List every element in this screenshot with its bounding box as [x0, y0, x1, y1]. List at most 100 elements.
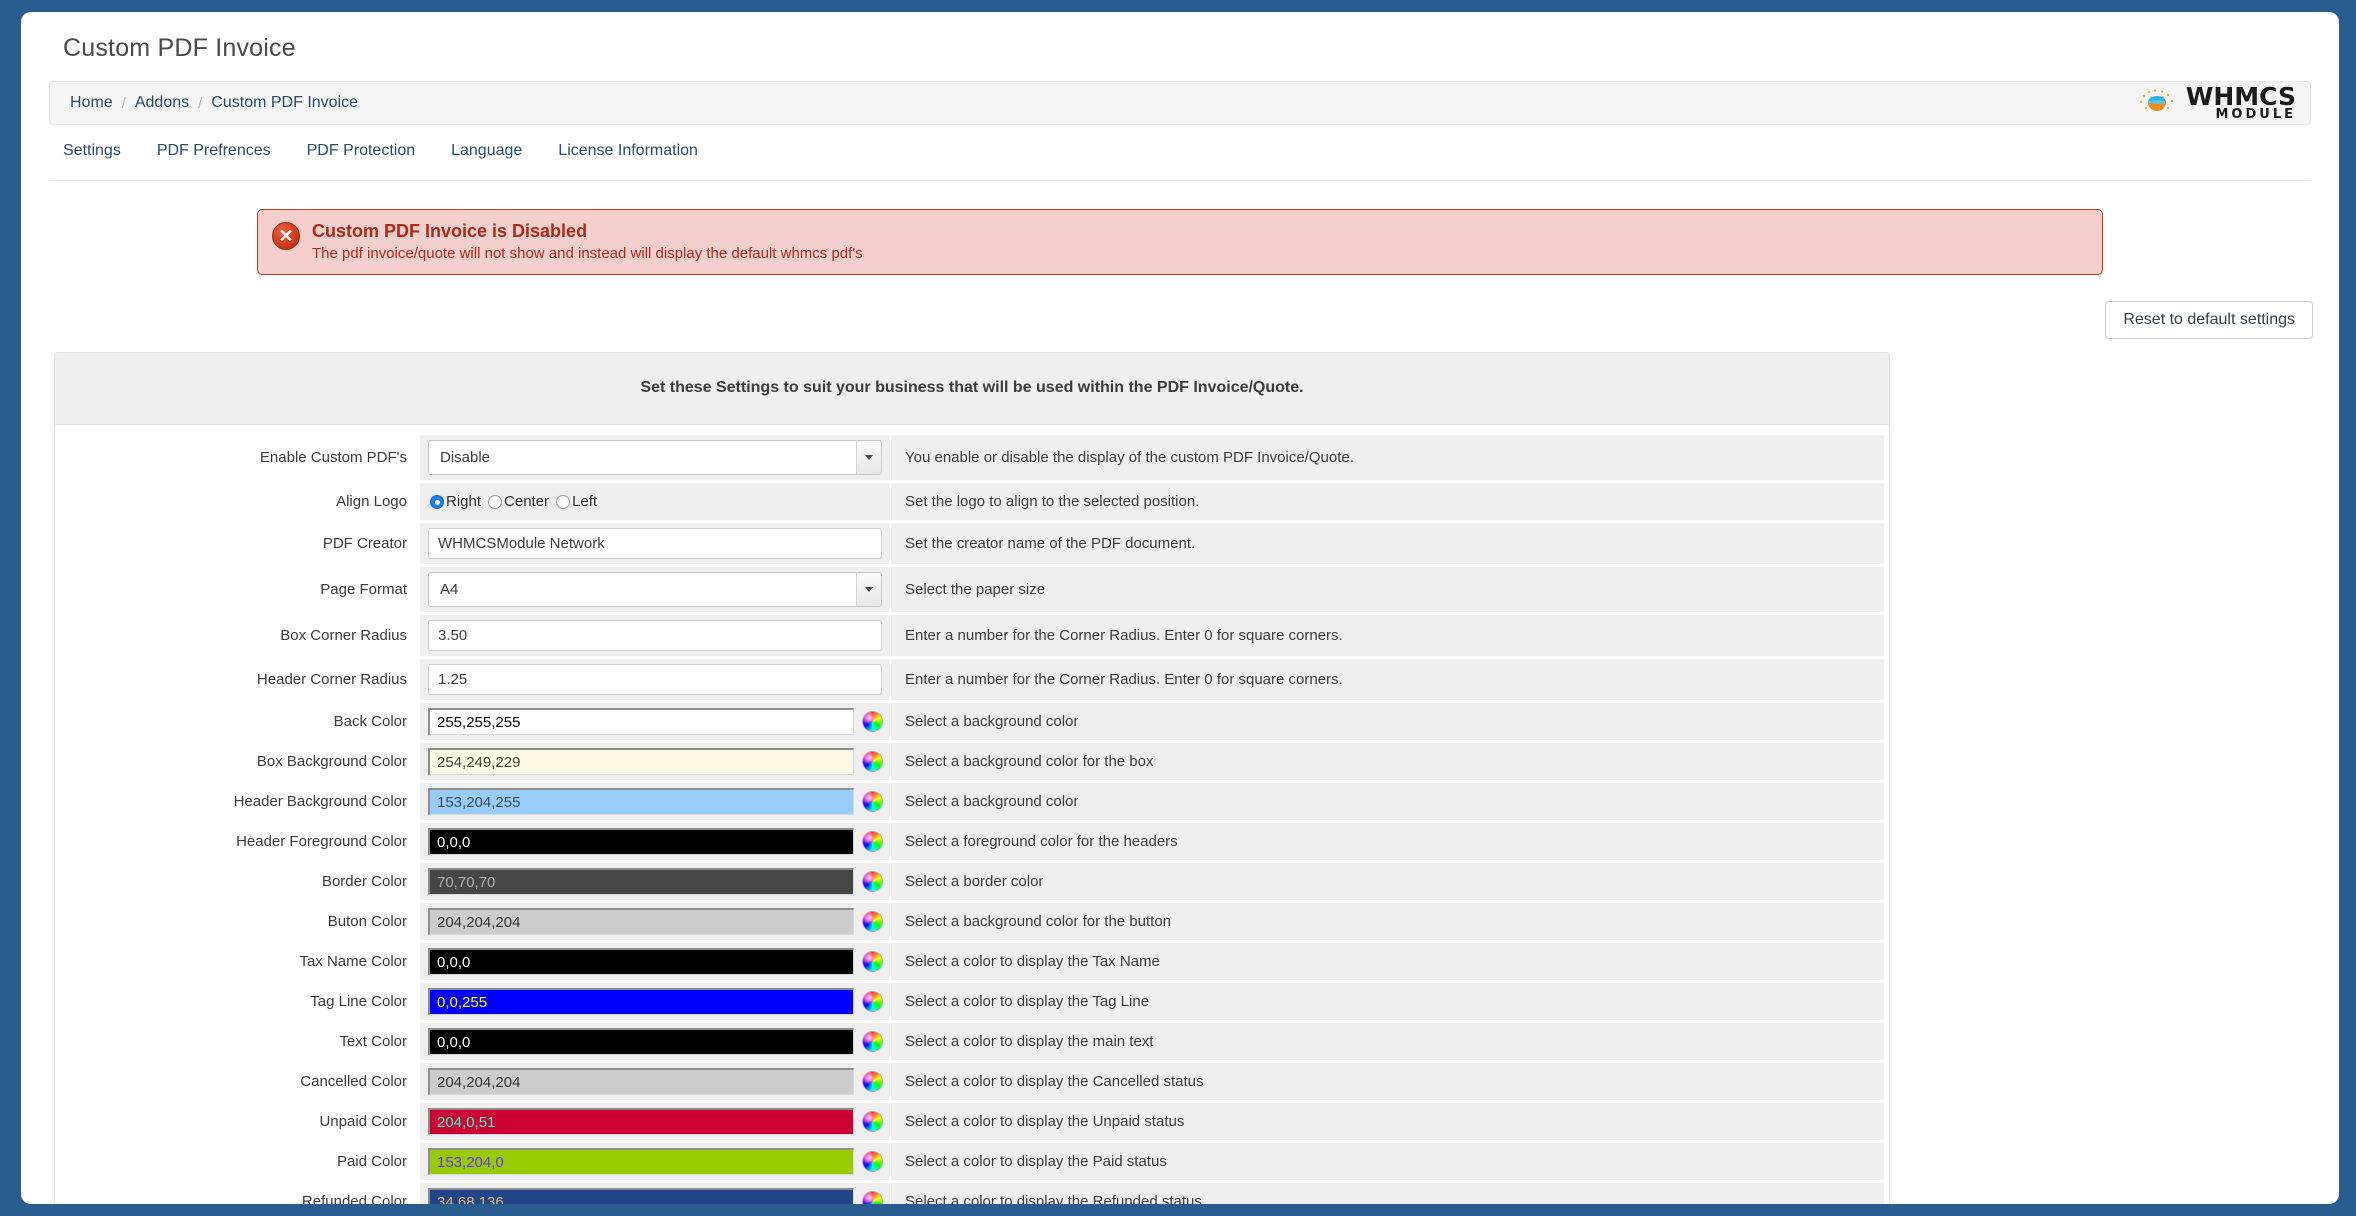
field-description-back-color: Select a background color: [890, 703, 1884, 740]
logo-primary-text: WHMCS: [2185, 82, 2296, 112]
settings-row: Tag Line Color Select a color to display …: [60, 983, 1884, 1020]
logo-secondary-text: MODULE: [2215, 107, 2296, 123]
breadcrumb: Home / Addons / Custom PDF Invoice WHMCS…: [49, 81, 2311, 125]
tab-pdf-protection[interactable]: PDF Protection: [289, 139, 433, 174]
breadcrumb-item-current: Custom PDF Invoice: [211, 94, 359, 111]
field-control-buton-color: [420, 903, 890, 940]
tab-pdf-prefrences[interactable]: PDF Prefrences: [139, 139, 289, 174]
field-label-header-corner-radius: Header Corner Radius: [256, 671, 407, 688]
field-description-header-background-color: Select a background color: [890, 783, 1884, 820]
color-input-border-color[interactable]: [428, 868, 854, 895]
settings-panel: Set these Settings to suit your business…: [54, 352, 1890, 1204]
color-picker-wheel-icon[interactable]: [863, 1152, 882, 1171]
field-label-back-color: Back Color: [333, 713, 407, 730]
field-description-unpaid-color: Select a color to display the Unpaid sta…: [890, 1103, 1884, 1140]
color-picker-wheel-icon[interactable]: [863, 952, 882, 971]
radio-group-align-logo: Right Center Left: [428, 493, 604, 510]
field-label-box-corner-radius: Box Corner Radius: [280, 627, 407, 644]
tab-license-information[interactable]: License Information: [540, 139, 716, 174]
field-label-paid-color: Paid Color: [336, 1153, 407, 1170]
whmcs-module-logo: WHMCS MODULE: [2138, 82, 2296, 123]
color-picker-wheel-icon[interactable]: [863, 1072, 882, 1091]
tab-bar: Settings PDF Prefrences PDF Protection L…: [49, 139, 2311, 181]
breadcrumb-separator: /: [198, 94, 203, 112]
color-input-text-color[interactable]: [428, 1028, 854, 1055]
field-control-header-corner-radius: [420, 659, 890, 700]
field-control-align-logo: Right Center Left: [420, 483, 890, 520]
settings-row: Box Background Color Select a background …: [60, 743, 1884, 780]
field-control-refunded-color: [420, 1183, 890, 1204]
color-picker-wheel-icon[interactable]: [863, 712, 882, 731]
settings-panel-wrapper: Set these Settings to suit your business…: [21, 339, 2339, 1204]
color-input-unpaid-color[interactable]: [428, 1108, 854, 1135]
field-label-unpaid-color: Unpaid Color: [319, 1113, 407, 1130]
tab-language[interactable]: Language: [433, 139, 540, 174]
settings-table: Enable Custom PDF's Disable You enable or …: [60, 432, 1884, 1204]
color-input-tag-line-color[interactable]: [428, 988, 854, 1015]
color-input-cancelled-color[interactable]: [428, 1068, 854, 1095]
field-control-back-color: [420, 703, 890, 740]
page-title: Custom PDF Invoice: [63, 34, 296, 62]
reset-to-default-settings-button[interactable]: Reset to default settings: [2105, 301, 2313, 339]
color-input-tax-name-color[interactable]: [428, 948, 854, 975]
color-picker-wheel-icon[interactable]: [863, 832, 882, 851]
field-label-border-color: Border Color: [321, 873, 407, 890]
radio-option-left[interactable]: Left: [556, 493, 597, 510]
breadcrumb-item-home[interactable]: Home: [70, 94, 113, 112]
radio-indicator[interactable]: [430, 494, 444, 509]
settings-row: Paid Color Select a color to display the …: [60, 1143, 1884, 1180]
field-control-header-background-color: [420, 783, 890, 820]
field-label-align-logo: Align Logo: [336, 493, 407, 510]
text-input-header-corner-radius[interactable]: [428, 664, 882, 695]
color-input-paid-color[interactable]: [428, 1148, 854, 1175]
color-picker-wheel-icon[interactable]: [863, 792, 882, 811]
settings-row: Header Foreground Color Select a foregrou…: [60, 823, 1884, 860]
radio-option-center[interactable]: Center: [488, 493, 549, 510]
color-picker-wheel-icon[interactable]: [863, 912, 882, 931]
color-input-box-background-color[interactable]: [428, 748, 854, 775]
color-input-back-color[interactable]: [428, 708, 854, 735]
select-enable-custom-pdf-s[interactable]: Disable: [428, 440, 882, 475]
field-control-pdf-creator: [420, 523, 890, 564]
field-label-refunded-color: Refunded Color: [301, 1193, 407, 1204]
text-input-box-corner-radius[interactable]: [428, 620, 882, 651]
settings-row: Cancelled Color Select a color to display…: [60, 1063, 1884, 1100]
breadcrumb-item-addons[interactable]: Addons: [135, 94, 189, 112]
color-picker-wheel-icon[interactable]: [863, 1112, 882, 1131]
settings-row: Header Background Color Select a backgrou…: [60, 783, 1884, 820]
chevron-down-icon[interactable]: [856, 441, 881, 474]
color-picker-wheel-icon[interactable]: [863, 872, 882, 891]
tab-settings[interactable]: Settings: [49, 139, 139, 174]
settings-row: PDF Creator Set the creator name of the P…: [60, 523, 1884, 564]
color-input-header-foreground-color[interactable]: [428, 828, 854, 855]
settings-row: Refunded Color Select a color to display …: [60, 1183, 1884, 1204]
app-window: Custom PDF Invoice Home / Addons / Custo…: [21, 12, 2339, 1204]
field-description-enable-custom-pdf-s: You enable or disable the display of the…: [890, 435, 1884, 480]
field-description-pdf-creator: Set the creator name of the PDF document…: [890, 523, 1884, 564]
settings-row: Text Color Select a color to display the …: [60, 1023, 1884, 1060]
field-description-header-foreground-color: Select a foreground color for the header…: [890, 823, 1884, 860]
chevron-down-icon[interactable]: [856, 573, 881, 606]
field-label-tax-name-color: Tax Name Color: [299, 953, 407, 970]
field-description-buton-color: Select a background color for the button: [890, 903, 1884, 940]
color-picker-wheel-icon[interactable]: [863, 1192, 882, 1204]
radio-option-right[interactable]: Right: [430, 493, 481, 510]
color-picker-wheel-icon[interactable]: [863, 1032, 882, 1051]
color-input-refunded-color[interactable]: [428, 1188, 854, 1204]
field-description-tag-line-color: Select a color to display the Tag Line: [890, 983, 1884, 1020]
color-picker-wheel-icon[interactable]: [863, 992, 882, 1011]
field-control-text-color: [420, 1023, 890, 1060]
field-control-cancelled-color: [420, 1063, 890, 1100]
field-description-paid-color: Select a color to display the Paid statu…: [890, 1143, 1884, 1180]
radio-option-label: Center: [504, 493, 550, 510]
error-circle-x-icon: ✕: [272, 222, 300, 250]
radio-option-label: Left: [572, 493, 598, 510]
field-label-tag-line-color: Tag Line Color: [310, 993, 407, 1010]
radio-indicator[interactable]: [556, 494, 571, 509]
color-input-header-background-color[interactable]: [428, 788, 854, 815]
radio-indicator[interactable]: [488, 494, 503, 509]
select-page-format[interactable]: A4: [428, 572, 882, 607]
color-picker-wheel-icon[interactable]: [863, 752, 882, 771]
text-input-pdf-creator[interactable]: [428, 528, 882, 559]
color-input-buton-color[interactable]: [428, 908, 854, 935]
